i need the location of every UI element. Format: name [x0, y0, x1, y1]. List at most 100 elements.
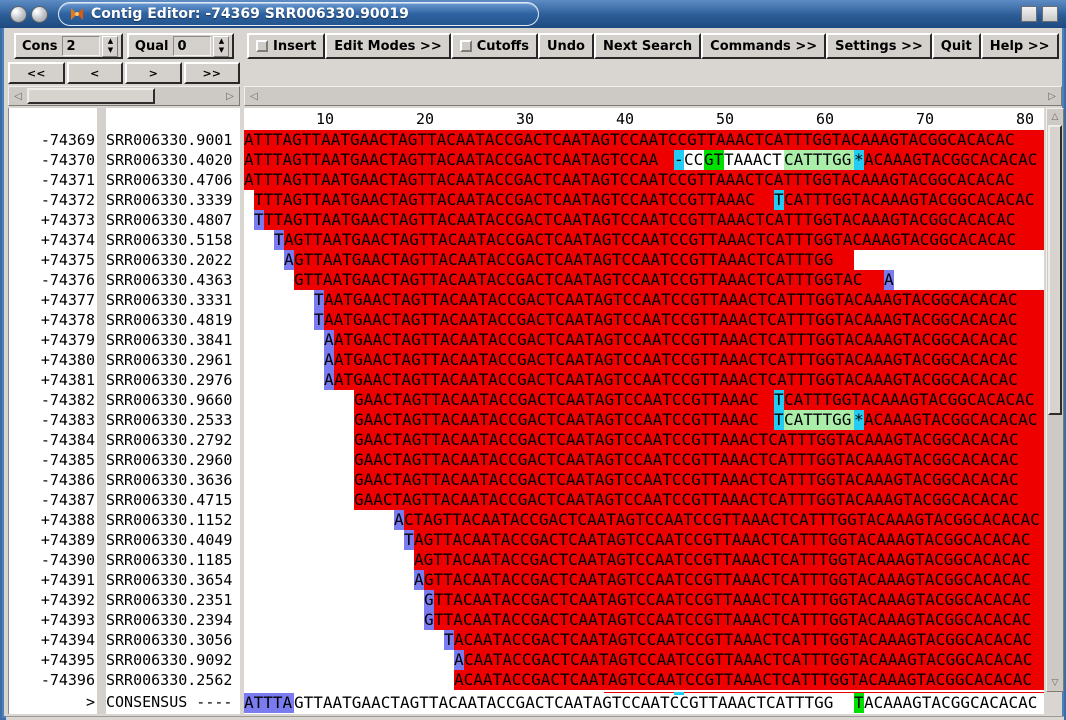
sequence-run[interactable]: ATTTAGTTAATGAACTAGTTACAATACCGACTCAATAGTC…	[244, 170, 1044, 190]
read-name-row[interactable]: +74373 SRR006330.4807	[9, 210, 240, 230]
nav-first-button[interactable]: <<	[8, 62, 65, 84]
read-name-row[interactable]: -74385 SRR006330.2960	[9, 450, 240, 470]
alignment-row[interactable]: T AATGAACTAGTTACAATACCGACTCAATAGTCCAATCCG…	[244, 290, 1044, 310]
alignment-row[interactable]: GAACTAGTTACAATACCGACTCAATAGTCCAATCCGTTAA…	[244, 490, 1044, 510]
alignment-row[interactable]: ATTTAGTTAATGAACTAGTTACAATACCGACTCAATAGTC…	[244, 150, 1044, 170]
minimize-button[interactable]	[1021, 6, 1037, 22]
vscroll-thumb[interactable]	[1048, 125, 1062, 415]
sequence-run[interactable]: ATGAACTAGTTACAATACCGACTCAATAGTCCAATCCGTT…	[334, 330, 1044, 350]
read-name-row[interactable]: -74370 SRR006330.4020	[9, 150, 240, 170]
alignment-row[interactable]: ACAATACCGACTCAATAGTCCAATCCGTTAAACTCATTTG…	[244, 670, 1044, 690]
cons-spin-arrows[interactable]: ▲ ▼	[102, 35, 119, 57]
sequence-run[interactable]: ATGAACTAGTTACAATACCGACTCAATAGTCCAATCCGTT…	[334, 350, 1044, 370]
sequence-run[interactable]: ACAATACCGACTCAATAGTCCAATCCGTTAAACTCATTTG…	[454, 630, 1044, 650]
sequence-run[interactable]: T	[774, 410, 784, 430]
sequence-run[interactable]: ACAAAGTACGGCACACAC	[864, 410, 1044, 430]
alignment-row[interactable]: AGTTACAATACCGACTCAATAGTCCAATCCGTTAAACTCA…	[244, 570, 1044, 590]
qual-spin-arrows[interactable]: ▲ ▼	[213, 35, 230, 57]
read-name-row[interactable]: +74392 SRR006330.2351	[9, 590, 240, 610]
read-name-row[interactable]: +74381 SRR006330.2976	[9, 370, 240, 390]
commands-button[interactable]: Commands >>	[701, 33, 827, 59]
alignment-row[interactable]: GAACTAGTTACAATACCGACTCAATAGTCCAATCCGTTAA…	[244, 430, 1044, 450]
sequence-run[interactable]: A	[884, 270, 894, 290]
sequence-run[interactable]: G	[424, 590, 434, 610]
alignment-row[interactable]: GTTAATGAACTAGTTACAATACCGACTCAATAGTCCAATC…	[244, 270, 1044, 290]
sequence-run[interactable]: *	[854, 150, 864, 170]
alignment-row[interactable]: GAACTAGTTACAATACCGACTCAATAGTCCAATCCGTTAA…	[244, 410, 1044, 430]
help-button[interactable]: Help >>	[980, 33, 1059, 59]
sequence-horizontal-scrollbar[interactable]: ◁ ▷	[244, 86, 1062, 106]
names-hscroll-thumb[interactable]	[27, 88, 155, 104]
read-name-row[interactable]: +74379 SRR006330.3841	[9, 330, 240, 350]
alignment-row[interactable]: GAACTAGTTACAATACCGACTCAATAGTCCAATCCGTTAA…	[244, 470, 1044, 490]
sequence-run[interactable]: GT	[704, 150, 724, 170]
read-name-row[interactable]: -74383 SRR006330.2533	[9, 410, 240, 430]
cons-spin-up-icon[interactable]: ▲	[103, 37, 117, 47]
sequence-run[interactable]: ATTTAGTTAATGAACTAGTTACAATACCGACTCAATAGTC…	[244, 130, 1044, 150]
sequence-run[interactable]: A	[414, 570, 424, 590]
sequence-run[interactable]: CATTTGG	[784, 410, 854, 430]
maximize-button[interactable]	[1042, 6, 1058, 22]
alignment-row[interactable]: A ATGAACTAGTTACAATACCGACTCAATAGTCCAATCCGT…	[244, 330, 1044, 350]
read-name-row[interactable]: +74395 SRR006330.9092	[9, 650, 240, 670]
alignment-row[interactable]: A ATGAACTAGTTACAATACCGACTCAATAGTCCAATCCGT…	[244, 370, 1044, 390]
undo-button[interactable]: Undo	[537, 33, 594, 59]
qual-stepper[interactable]: Qual 0 ▲ ▼	[126, 33, 235, 59]
qual-spin-down-icon[interactable]: ▼	[214, 46, 228, 56]
sequence-run[interactable]: AGTTACAATACCGACTCAATAGTCCAATCCGTTAAACTCA…	[414, 550, 1044, 570]
insert-checkbox-icon[interactable]	[256, 40, 269, 52]
next-search-button[interactable]: Next Search	[594, 33, 702, 59]
alignment-row[interactable]: ACAATACCGACTCAATAGTCCAATCCGTTAAACTCATTTG…	[244, 650, 1044, 670]
sequence-run[interactable]: A	[394, 510, 404, 530]
sequence-run[interactable]: T	[774, 190, 784, 210]
window-buttons[interactable]	[1021, 6, 1058, 22]
read-name-row[interactable]: +74374 SRR006330.5158	[9, 230, 240, 250]
read-name-row[interactable]: +74378 SRR006330.4819	[9, 310, 240, 330]
nav-last-button[interactable]: >>	[183, 62, 240, 84]
read-name-row[interactable]: -74396 SRR006330.2562	[9, 670, 240, 690]
read-name-row[interactable]: -74386 SRR006330.3636	[9, 470, 240, 490]
sequence-run[interactable]: CATTTGGTACAAAGTACGGCACACAC	[784, 390, 1044, 410]
sequence-run[interactable]: CATTTGG	[784, 150, 854, 170]
names-scroll-left-icon[interactable]: ◁	[9, 87, 27, 105]
scroll-up-icon[interactable]: △	[1047, 109, 1063, 125]
consensus-pane[interactable]: ATTTA GTTAATGAACTAGTTACAATACCGACTCAATAGTC…	[244, 692, 1044, 714]
consensus-run[interactable]: GTTAATGAACTAGTTACAATACCGACTCAATAGTCCAATC…	[294, 693, 854, 713]
sequence-run[interactable]: TTTAGTTAATGAACTAGTTACAATACCGACTCAATAGTCC…	[254, 190, 774, 210]
read-name-row[interactable]: -74376 SRR006330.4363	[9, 270, 240, 290]
sequence-run[interactable]: GTTAATGAACTAGTTACAATACCGACTCAATAGTCCAATC…	[294, 270, 884, 290]
sequence-run[interactable]: ATTTAGTTAATGAACTAGTTACAATACCGACTCAATAGTC…	[244, 150, 674, 170]
alignment-row[interactable]: ATTTAGTTAATGAACTAGTTACAATACCGACTCAATAGTC…	[244, 170, 1044, 190]
consensus-run[interactable]: T	[854, 693, 864, 713]
read-name-row[interactable]: -74372 SRR006330.3339	[9, 190, 240, 210]
names-horizontal-scrollbar[interactable]: ◁ ▷	[8, 86, 240, 106]
names-scroll-right-icon[interactable]: ▷	[221, 87, 239, 105]
qual-spin-up-icon[interactable]: ▲	[214, 37, 228, 47]
read-name-row[interactable]: -74369 SRR006330.9001	[9, 130, 240, 150]
alignment-row[interactable]: GAACTAGTTACAATACCGACTCAATAGTCCAATCCGTTAA…	[244, 390, 1044, 410]
sequence-run[interactable]: ACAATACCGACTCAATAGTCCAATCCGTTAAACTCATTTG…	[454, 670, 1044, 690]
settings-button[interactable]: Settings >>	[826, 33, 932, 59]
sequence-run[interactable]: GAACTAGTTACAATACCGACTCAATAGTCCAATCCGTTAA…	[354, 410, 774, 430]
sequence-run[interactable]: A	[454, 650, 464, 670]
sequence-run[interactable]: AATGAACTAGTTACAATACCGACTCAATAGTCCAATCCGT…	[324, 310, 1044, 330]
read-name-row[interactable]: -74382 SRR006330.9660	[9, 390, 240, 410]
alignment-row[interactable]: A ATGAACTAGTTACAATACCGACTCAATAGTCCAATCCGT…	[244, 350, 1044, 370]
close-light-icon[interactable]	[10, 5, 27, 23]
sequence-run[interactable]: AATGAACTAGTTACAATACCGACTCAATAGTCCAATCCGT…	[324, 290, 1044, 310]
sequence-run[interactable]: *	[854, 410, 864, 430]
sequence-run[interactable]: GTTAATGAACTAGTTACAATACCGACTCAATAGTCCAATC…	[294, 250, 854, 270]
sequence-run[interactable]: G	[424, 610, 434, 630]
qual-value[interactable]: 0	[173, 36, 212, 56]
read-name-row[interactable]: -74371 SRR006330.4706	[9, 170, 240, 190]
sequence-run[interactable]: T	[274, 230, 284, 250]
read-name-row[interactable]: +74389 SRR006330.4049	[9, 530, 240, 550]
sequence-run[interactable]: GAACTAGTTACAATACCGACTCAATAGTCCAATCCGTTAA…	[354, 430, 1044, 450]
sequence-run[interactable]: GTTACAATACCGACTCAATAGTCCAATCCGTTAAACTCAT…	[424, 570, 1044, 590]
cutoffs-checkbox-icon[interactable]	[459, 40, 472, 52]
cons-value[interactable]: 2	[62, 36, 101, 56]
read-name-row[interactable]: +74375 SRR006330.2022	[9, 250, 240, 270]
alignment-row[interactable]: G TTACAATACCGACTCAATAGTCCAATCCGTTAAACTCAT…	[244, 610, 1044, 630]
cons-spin-down-icon[interactable]: ▼	[103, 46, 117, 56]
sequence-run[interactable]: T	[254, 210, 264, 230]
